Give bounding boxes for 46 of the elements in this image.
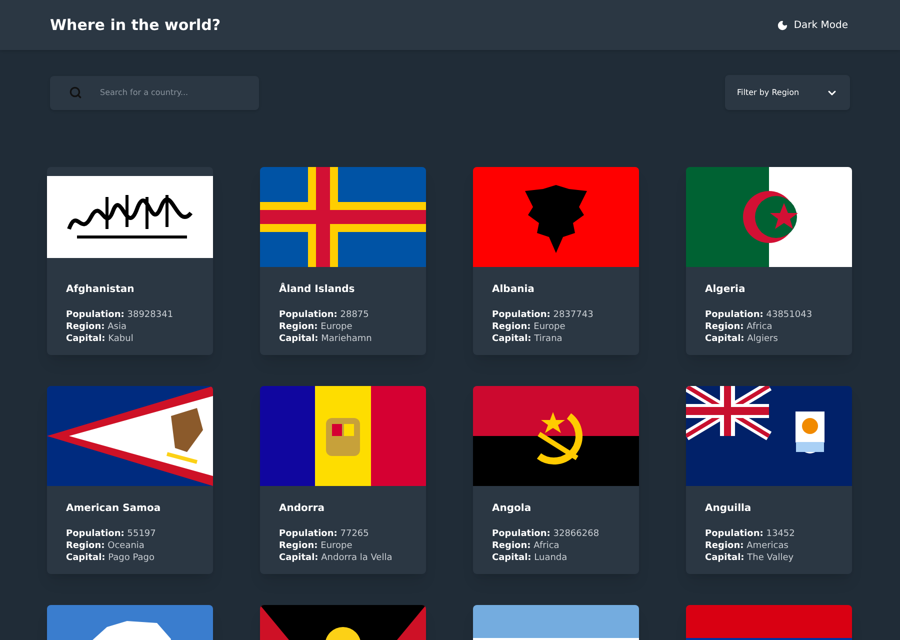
- country-detail: Region: Africa: [705, 321, 774, 333]
- country-card[interactable]: Albania Population: 2837743 Region: Europe Capital: Tirana: [473, 167, 639, 355]
- region-filter-dropdown[interactable]: Filter by Region: [725, 75, 850, 110]
- country-detail: Population: 28875: [279, 309, 370, 321]
- country-detail: Capital: Mariehamn: [279, 333, 373, 345]
- country-detail: Population: 77265: [279, 528, 370, 540]
- country-detail: Population: 13452: [705, 528, 796, 540]
- country-detail: Capital: Andorra la Vella: [279, 552, 394, 564]
- country-name: American Samoa: [66, 502, 162, 516]
- country-name: Angola: [492, 502, 532, 516]
- country-detail: Region: Africa: [492, 540, 560, 552]
- country-detail: Region: Asia: [66, 321, 128, 333]
- country-detail: Capital: Kabul: [66, 333, 134, 345]
- country-name: Anguilla: [705, 502, 752, 516]
- country-detail: Population: 55197: [66, 528, 157, 540]
- country-card[interactable]: Angola Population: 32866268 Region: Africa Capital: Luanda: [473, 386, 639, 574]
- country-card[interactable]: Afghanistan Population: 38928341 Region: Asia Capital: Kabul: [47, 167, 213, 355]
- country-name: Albania: [492, 283, 536, 297]
- moon-icon: [776, 20, 788, 30]
- app-title: Where in the world?: [50, 14, 221, 36]
- country-detail: Population: 32866268: [492, 528, 600, 540]
- country-card[interactable]: Algeria Population: 43851043 Region: Africa Capital: Algiers: [686, 167, 852, 355]
- country-card[interactable]: Anguilla Population: 13452 Region: Americas Capital: The Valley: [686, 386, 852, 574]
- country-name: Åland Islands: [279, 282, 356, 297]
- country-detail: Region: Americas: [705, 540, 790, 552]
- search-field[interactable]: Search for a country...: [50, 76, 259, 110]
- dark-mode-toggle[interactable]: Dark Mode: [776, 18, 848, 32]
- country-detail: Region: Europe: [492, 321, 566, 333]
- country-detail: Region: Europe: [279, 321, 354, 333]
- country-card[interactable]: Andorra Population: 77265 Region: Europe Capital: Andorra la Vella: [260, 386, 426, 574]
- country-detail: Capital: Algiers: [705, 333, 779, 345]
- country-detail: Population: 2837743: [492, 309, 594, 321]
- search-icon: [69, 86, 82, 98]
- country-name: Algeria: [705, 283, 746, 297]
- country-detail: Region: Oceania: [66, 540, 146, 552]
- country-card[interactable]: Åland Islands Population: 28875 Region: Europe Capital: Mariehamn: [260, 167, 426, 355]
- country-detail: Population: 43851043: [705, 309, 814, 321]
- country-detail: Population: 38928341: [66, 309, 174, 321]
- country-detail: Capital: Luanda: [492, 552, 568, 564]
- country-detail: Region: Europe: [279, 540, 354, 552]
- country-name: Afghanistan: [66, 283, 136, 297]
- country-card[interactable]: American Samoa Population: 55197 Region: Oceania Capital: Pago Pago: [47, 386, 213, 574]
- country-detail: Capital: The Valley: [705, 552, 795, 564]
- country-detail: Capital: Pago Pago: [66, 552, 156, 564]
- country-detail: Capital: Tirana: [492, 333, 564, 345]
- country-name: Andorra: [279, 502, 326, 516]
